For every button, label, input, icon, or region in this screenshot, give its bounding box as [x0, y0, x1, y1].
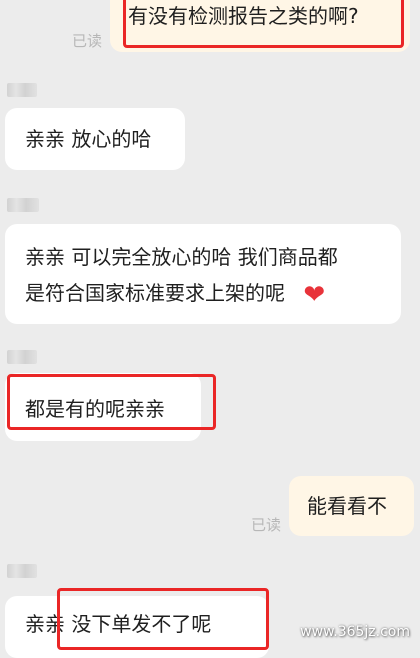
message-text: 有没有检测报告之类的啊?: [128, 4, 359, 28]
received-message-bubble[interactable]: 亲亲 放心的哈: [5, 108, 185, 170]
received-message-bubble[interactable]: 亲亲 可以完全放心的哈 我们商品都 是符合国家标准要求上架的呢 ❤: [5, 224, 401, 324]
sender-name-blurred: [7, 564, 37, 578]
message-text: 亲亲 没下单发不了呢: [25, 612, 212, 636]
message-text: 亲亲 放心的哈: [25, 127, 152, 151]
read-status: 已读: [251, 516, 282, 534]
sent-message-bubble[interactable]: 能看看不: [289, 476, 414, 536]
message-text-line: 是符合国家标准要求上架的呢: [25, 281, 285, 305]
message-text-line: 亲亲 可以完全放心的哈 我们商品都: [25, 245, 338, 269]
heart-icon: ❤: [303, 280, 326, 310]
received-message-bubble[interactable]: 亲亲 没下单发不了呢: [5, 596, 269, 658]
sent-message-bubble[interactable]: 有没有检测报告之类的啊?: [110, 0, 410, 52]
sender-name-blurred: [7, 198, 39, 212]
message-text: 都是有的呢亲亲: [25, 397, 165, 421]
message-text: 能看看不: [307, 494, 387, 518]
received-message-bubble[interactable]: 都是有的呢亲亲: [5, 373, 201, 441]
sender-name-blurred: [7, 350, 37, 364]
read-status: 已读: [72, 32, 103, 50]
sender-name-blurred: [7, 83, 37, 97]
watermark: www.365jz.com: [300, 624, 410, 640]
